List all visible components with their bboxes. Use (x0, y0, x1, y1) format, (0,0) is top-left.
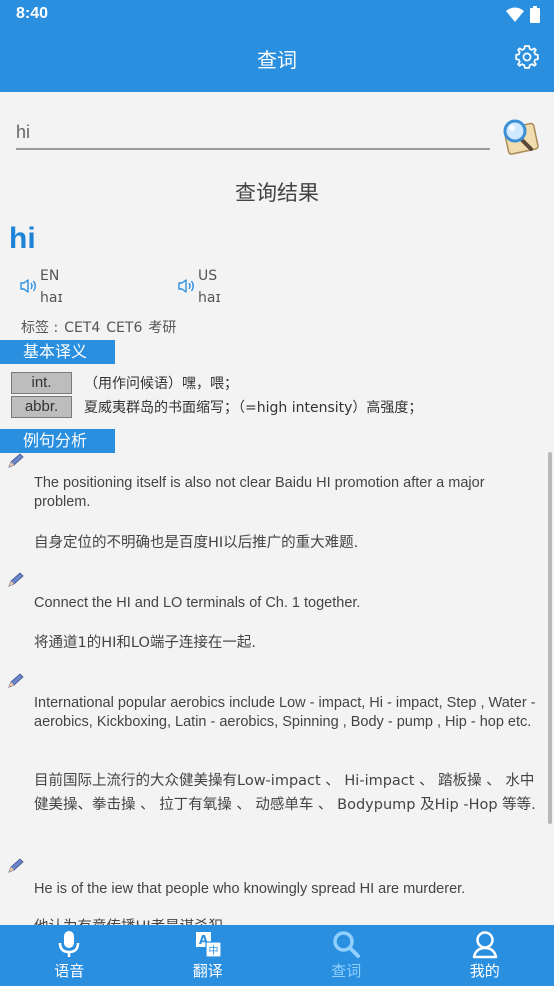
bottom-nav: 语音 A 中 翻译 查词 我的 (0, 925, 554, 986)
pos-button[interactable]: int. (11, 372, 72, 394)
nav-item-voice[interactable]: 语音 (0, 925, 139, 986)
search-input[interactable] (16, 116, 490, 150)
scrollbar[interactable] (548, 452, 552, 824)
headword: hi (9, 222, 36, 255)
examples-header: 例句分析 (0, 429, 115, 453)
pos-button[interactable]: abbr. (11, 396, 72, 418)
app-header: 8:40 查词 (0, 0, 554, 92)
nav-label: 翻译 (192, 962, 223, 980)
pencil-icon (8, 572, 24, 587)
profile-icon (472, 931, 497, 959)
nav-label: 查词 (331, 962, 362, 980)
pencil-icon (8, 673, 24, 688)
nav-label: 我的 (469, 962, 500, 980)
tag: 考研 (148, 320, 177, 336)
magnifier-search-icon[interactable] (500, 116, 540, 156)
pencil-icon (8, 858, 24, 873)
definition-row: abbr. 夏威夷群岛的书面缩写；（=high intensity）高强度； (11, 396, 422, 418)
nav-item-mine[interactable]: 我的 (416, 925, 554, 986)
example-en: He is of the iew that people who knowing… (34, 881, 466, 897)
example-cn: 他认为有意传播HI者是谋杀犯. (34, 915, 544, 925)
tags-label: 标签 : (21, 320, 59, 336)
status-time: 8:40 (16, 5, 49, 22)
nav-item-translate[interactable]: A 中 翻译 (139, 925, 278, 986)
definition-text: （用作问候语）嘿，喂； (84, 376, 238, 392)
phonetic-text: haɪ (40, 290, 63, 306)
example-en: International popular aerobics include L… (34, 695, 536, 730)
example-cn: 目前国际上流行的大众健美操有Low-impact 、 Hi-impact 、 踏… (34, 773, 536, 813)
nav-label: 语音 (54, 962, 85, 980)
tag: CET4 (64, 320, 101, 336)
search-icon (333, 931, 361, 958)
speaker-icon[interactable] (20, 278, 38, 294)
microphone-icon (59, 931, 80, 957)
translate-icon: A 中 (195, 932, 222, 958)
definition-row: int. （用作问候语）嘿，喂； (11, 372, 238, 394)
definition-text: 夏威夷群岛的书面缩写；（=high intensity）高强度； (84, 400, 423, 416)
nav-item-lookup[interactable]: 查词 (277, 925, 416, 986)
status-icons (506, 6, 540, 23)
pencil-icon (8, 453, 24, 468)
pronunciation-label: EN (40, 268, 60, 284)
gear-icon[interactable] (514, 44, 540, 70)
example-en: The positioning itself is also not clear… (34, 475, 485, 510)
svg-text:中: 中 (208, 944, 218, 957)
example-cn: 将通道1的HI和LO端子连接在一起. (34, 635, 256, 651)
wifi-icon (506, 7, 524, 22)
result-heading: 查询结果 (235, 181, 319, 205)
tag-list: 标签 : CET4 CET6 考研 (21, 317, 182, 337)
battery-icon (530, 6, 540, 23)
example-en: Connect the HI and LO terminals of Ch. 1… (34, 595, 361, 611)
speaker-icon[interactable] (178, 278, 196, 294)
example-list[interactable]: The positioning itself is also not clear… (0, 453, 554, 925)
tag: CET6 (106, 320, 143, 336)
pronunciation-label: US (198, 268, 218, 284)
page-title: 查词 (257, 48, 297, 72)
basic-meaning-header: 基本译义 (0, 340, 115, 364)
phonetic-text: haɪ (198, 290, 221, 306)
example-cn: 自身定位的不明确也是百度HI以后推广的重大难题. (34, 535, 359, 551)
